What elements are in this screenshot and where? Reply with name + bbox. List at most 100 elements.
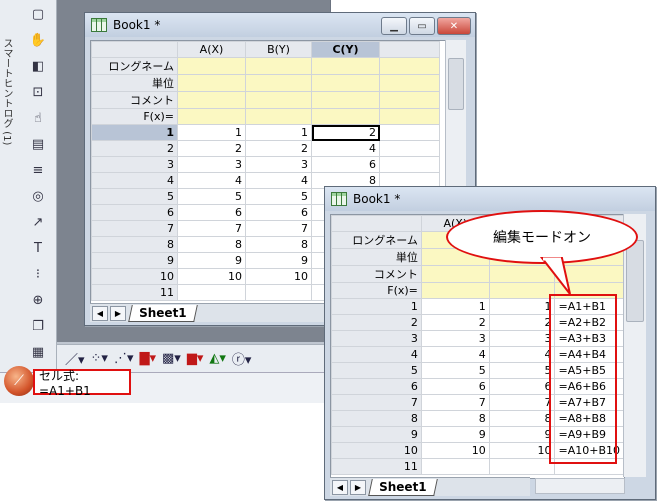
meta-cell[interactable] [311, 91, 380, 109]
meta-cell[interactable] [245, 91, 312, 109]
meta-cell[interactable] [420, 265, 490, 283]
meta-label-comments[interactable]: コメント [91, 91, 178, 109]
cell-empty[interactable] [379, 124, 440, 141]
column-header-empty[interactable] [379, 41, 440, 58]
cell-col-c[interactable]: =A4+B4 [554, 346, 624, 363]
meta-cell[interactable] [245, 57, 312, 75]
tab-prev-button[interactable]: ◀ [92, 305, 108, 321]
meta-cell[interactable] [177, 91, 246, 109]
cell-col-a[interactable]: 5 [177, 188, 246, 205]
table-row[interactable]: 7 7 7 =A7+B7 [331, 394, 624, 411]
table-row[interactable]: 5 5 5 =A5+B5 [331, 362, 624, 379]
meta-label-comments[interactable]: コメント [331, 265, 422, 283]
meta-label-longname[interactable]: ロングネーム [331, 231, 422, 249]
cell-empty[interactable] [379, 156, 440, 173]
cell-col-b[interactable]: 6 [245, 204, 312, 221]
cell-col-c[interactable]: 2 [311, 124, 380, 141]
cell-col-c[interactable]: =A10+B10 [554, 442, 624, 459]
row-header[interactable]: 10 [331, 442, 422, 459]
row-header[interactable]: 3 [91, 156, 178, 173]
scatter-plot-icon[interactable]: ⁘▾ [91, 351, 108, 366]
cell-col-a[interactable]: 10 [177, 268, 246, 285]
cell-col-a[interactable]: 2 [177, 140, 246, 157]
cell-col-a[interactable]: 7 [420, 394, 490, 411]
cell-col-b[interactable]: 9 [245, 252, 312, 269]
stacked-column-icon[interactable]: ▆▾ [187, 351, 204, 366]
tab-next-button[interactable]: ▶ [110, 305, 126, 321]
sheet-tab[interactable]: Sheet1 [128, 304, 198, 322]
minimize-button[interactable]: ▁ [381, 17, 407, 35]
cell-col-a[interactable]: 8 [177, 236, 246, 253]
close-button[interactable]: ✕ [437, 17, 471, 35]
cell-col-c[interactable]: =A9+B9 [554, 426, 624, 443]
cell-col-b[interactable]: 5 [488, 362, 556, 379]
meta-label-units[interactable]: 単位 [331, 248, 422, 266]
row-header[interactable]: 2 [91, 140, 178, 157]
line-plot-icon[interactable]: ／▾ [65, 349, 85, 368]
tab-next-button[interactable]: ▶ [350, 479, 366, 495]
cell-col-b[interactable]: 10 [488, 442, 556, 459]
table-row[interactable]: 8 8 8 =A8+B8 [331, 410, 624, 427]
cell-col-c[interactable]: =A1+B1 [554, 298, 624, 315]
copy-icon[interactable]: ❐ [26, 314, 50, 338]
column-header-b[interactable]: B(Y) [245, 41, 312, 58]
cell-col-b[interactable]: 4 [488, 346, 556, 363]
row-header[interactable]: 5 [91, 188, 178, 205]
cell-col-c[interactable]: 6 [311, 156, 380, 173]
cell-col-a[interactable]: 6 [177, 204, 246, 221]
cell-col-b[interactable]: 8 [245, 236, 312, 253]
sheet-tab[interactable]: Sheet1 [368, 478, 438, 496]
cell-col-a[interactable]: 8 [420, 410, 490, 427]
hand-icon[interactable]: ✋ [26, 28, 50, 52]
row-header[interactable]: 8 [331, 410, 422, 427]
cell-col-c[interactable]: =A5+B5 [554, 362, 624, 379]
row-header[interactable]: 3 [331, 330, 422, 347]
cell-col-b[interactable]: 2 [245, 140, 312, 157]
cell-col-b[interactable]: 8 [488, 410, 556, 427]
cell-col-a[interactable]: 1 [177, 124, 246, 141]
row-header[interactable]: 6 [331, 378, 422, 395]
grid-corner[interactable] [91, 41, 178, 58]
table-row[interactable]: 9 9 9 =A9+B9 [331, 426, 624, 443]
scrollbar-thumb[interactable] [626, 240, 644, 322]
cell-col-c[interactable]: =A2+B2 [554, 314, 624, 331]
pan-icon[interactable]: ☝ [26, 106, 50, 130]
meta-cell[interactable] [177, 108, 246, 125]
table-row[interactable]: 2224 [91, 140, 440, 157]
horizontal-scrollbar[interactable] [535, 478, 625, 494]
cell-col-a[interactable]: 1 [420, 298, 490, 315]
table-row[interactable]: 11 [331, 458, 624, 475]
row-header[interactable]: 11 [331, 458, 422, 475]
cell-col-a[interactable] [420, 458, 490, 475]
maximize-button[interactable]: ▭ [409, 17, 435, 35]
circle-icon[interactable]: ◎ [26, 184, 50, 208]
cell-col-a[interactable]: 7 [177, 220, 246, 237]
cell-col-b[interactable]: 1 [488, 298, 556, 315]
cell-col-b[interactable]: 3 [488, 330, 556, 347]
table-row[interactable]: 3 3 3 =A3+B3 [331, 330, 624, 347]
text-lines-icon[interactable]: ≡ [26, 158, 50, 182]
cell-col-c[interactable]: =A3+B3 [554, 330, 624, 347]
meta-label-units[interactable]: 単位 [91, 74, 178, 92]
cell-col-a[interactable]: 5 [420, 362, 490, 379]
workbook-title-bar[interactable]: Book1 * ▁ ▭ ✕ [85, 13, 475, 37]
cell-empty[interactable] [379, 140, 440, 157]
cell-col-a[interactable]: 9 [420, 426, 490, 443]
cell-col-a[interactable] [177, 284, 246, 301]
cell-col-a[interactable]: 9 [177, 252, 246, 269]
data-reader-icon[interactable]: ⊡ [26, 80, 50, 104]
row-header[interactable]: 5 [331, 362, 422, 379]
row-header[interactable]: 7 [91, 220, 178, 237]
cell-col-c[interactable]: =A6+B6 [554, 378, 624, 395]
layer-icon[interactable]: ▤ [26, 132, 50, 156]
cell-col-b[interactable]: 4 [245, 172, 312, 189]
meta-cell[interactable] [379, 108, 440, 125]
row-header[interactable]: 10 [91, 268, 178, 285]
meta-cell[interactable] [420, 282, 490, 299]
cell-col-a[interactable]: 10 [420, 442, 490, 459]
meta-cell[interactable] [311, 74, 380, 92]
origin-logo-icon[interactable]: ⟋ [4, 366, 34, 396]
cell-col-a[interactable]: 4 [420, 346, 490, 363]
vertical-scrollbar[interactable] [623, 214, 646, 477]
text-tool-icon[interactable]: T [26, 236, 50, 260]
